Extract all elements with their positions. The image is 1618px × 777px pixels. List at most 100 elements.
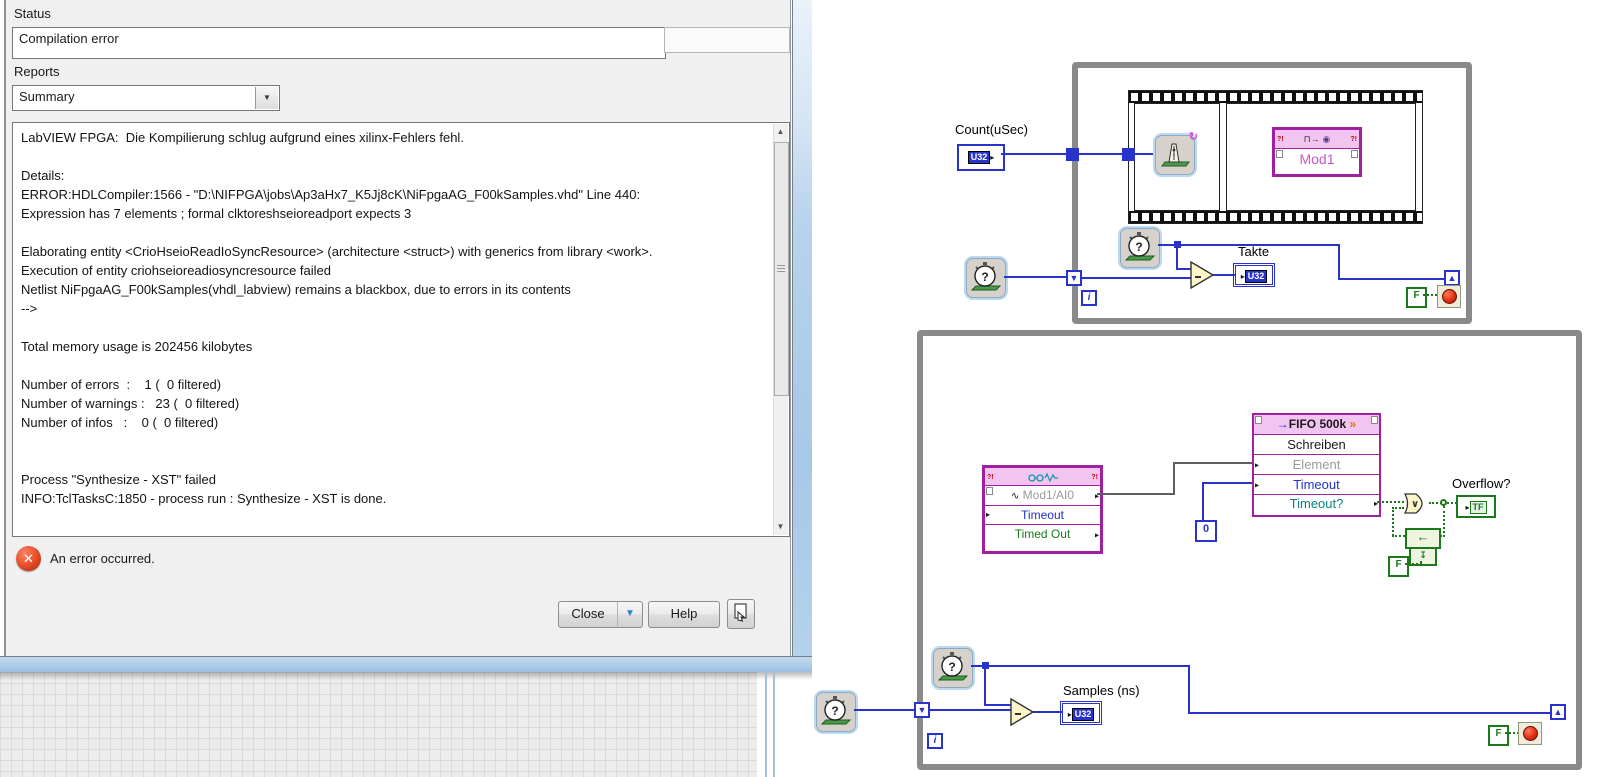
count-control[interactable]: U32 ▸ <box>957 144 1005 171</box>
feedback-to-or-wire[interactable] <box>1392 507 1404 509</box>
long-wire-v[interactable] <box>1188 665 1190 714</box>
false-constant-feedback[interactable]: F <box>1388 556 1409 577</box>
mod1-io-node[interactable]: ?! ⊓→ ◉ ?! Mod1 <box>1272 127 1362 177</box>
svg-text:?: ? <box>1135 240 1142 254</box>
stop-sign-icon <box>1442 289 1457 304</box>
waveform-icon: ∿ <box>1010 491 1020 502</box>
branch2-wire-v[interactable] <box>984 667 986 706</box>
subtract2-out-wire[interactable] <box>1033 711 1063 713</box>
false-wire[interactable] <box>1423 294 1437 296</box>
sequence-tunnel[interactable] <box>1122 148 1135 161</box>
timeout-wire-v[interactable] <box>1202 483 1204 520</box>
scrollbar-thumb[interactable] <box>774 142 789 396</box>
reports-label: Reports <box>14 64 60 79</box>
timer2-wire[interactable] <box>971 665 1190 667</box>
false-wire-2[interactable] <box>1505 732 1519 734</box>
iteration-terminal-2[interactable]: i <box>927 733 943 749</box>
fifo-element-label: Element <box>1292 457 1341 472</box>
tick-count-timer-outside-2[interactable]: ? <box>816 692 856 732</box>
report-textarea[interactable]: LabVIEW FPGA: Die Kompilierung schlug au… <box>12 122 790 537</box>
zero-constant[interactable]: 0 <box>1195 520 1217 542</box>
feedback-out-wire-v[interactable] <box>1392 507 1394 536</box>
scroll-down-button[interactable]: ▼ <box>774 519 787 535</box>
element-wire-v[interactable] <box>1173 462 1175 495</box>
input-arrow-icon: ▸ <box>986 510 991 519</box>
input-arrow-icon: ▸ <box>1255 480 1260 489</box>
feedback-node[interactable]: ← <box>1405 528 1441 549</box>
takte-label[interactable]: Takte <box>1238 244 1269 259</box>
metronome-icon <box>1161 143 1190 167</box>
page-icon <box>1276 150 1283 158</box>
branch-wire[interactable] <box>1176 246 1178 270</box>
tunnel-up-icon: ▲ <box>1553 707 1563 717</box>
shift-register-right-2[interactable]: ▲ <box>1550 704 1566 720</box>
copy-report-button[interactable] <box>727 599 755 629</box>
page-icon <box>1255 416 1262 424</box>
subtract-out-wire[interactable] <box>1213 274 1237 276</box>
tick-count-timer-outside[interactable]: ? <box>966 258 1006 298</box>
timeout-wire-h[interactable] <box>1202 482 1252 484</box>
loop-condition-stop[interactable] <box>1437 285 1461 308</box>
ai-timedout-label: Timed Out <box>1014 527 1071 541</box>
timeoutq-wire[interactable] <box>1377 501 1404 503</box>
fifo-timeoutq-row: Timeout? ▸ <box>1254 495 1379 513</box>
fifo-write-node[interactable]: →FIFO 500k » Schreiben ▸ Element ▸ Timeo… <box>1252 413 1381 517</box>
outside-timer-wire[interactable] <box>1004 276 1068 278</box>
reports-combobox[interactable]: Summary ▼ <box>12 85 280 111</box>
overflow-indicator[interactable]: ▸ TF <box>1456 495 1496 518</box>
status-field[interactable]: Compilation error <box>12 27 666 59</box>
stop-sign-icon <box>1523 726 1538 741</box>
analog-input-node[interactable]: ?! ?! ∿ Mod1/AI0 ▸ ▸ Timeout Timed Out ▸ <box>982 465 1103 554</box>
status-extra-field[interactable] <box>664 27 790 53</box>
feedback-in-wire-v[interactable] <box>1443 506 1445 537</box>
help-button[interactable]: Help <box>648 601 720 628</box>
samples-label[interactable]: Samples (ns) <box>1063 683 1140 698</box>
feedback-init-icon: ↧ <box>1419 550 1427 560</box>
tunnel-down-icon: ▼ <box>917 705 927 715</box>
subtract-node[interactable] <box>1190 260 1215 290</box>
samples-indicator[interactable]: ▸ U32 <box>1060 701 1102 725</box>
loop-tunnel[interactable] <box>1066 148 1079 161</box>
long-wire-h[interactable] <box>1188 712 1554 714</box>
tick-count-timer-2[interactable]: ? <box>933 648 973 688</box>
scroll-up-button[interactable]: ▲ <box>774 124 787 140</box>
takt-wire-h[interactable] <box>1338 278 1452 280</box>
fifo-method-label: Schreiben <box>1287 437 1346 452</box>
takte-indicator[interactable]: ▸ U32 <box>1233 263 1275 287</box>
element-wire[interactable] <box>1097 493 1175 495</box>
count-label[interactable]: Count(uSec) <box>955 122 1028 137</box>
count-wire-2[interactable] <box>1135 153 1155 155</box>
ai-channel-row: ∿ Mod1/AI0 ▸ <box>985 486 1100 506</box>
wait-timer-node[interactable]: ↻ <box>1155 131 1198 175</box>
fifo-out-arrow-icon: » <box>1349 417 1357 431</box>
tick-count-timer[interactable]: ? <box>1120 228 1160 268</box>
report-scrollbar[interactable]: ▲ ▼ <box>773 124 789 535</box>
sr-wire[interactable] <box>1082 277 1192 279</box>
iteration-terminal[interactable]: i <box>1081 290 1097 306</box>
close-button-label: Close <box>571 606 605 621</box>
report-text: LabVIEW FPGA: Die Kompilierung schlug au… <box>21 130 653 506</box>
ai-timedout-row: Timed Out ▸ <box>985 525 1100 544</box>
outside-timer2-wire[interactable] <box>854 709 916 711</box>
shift-register-left-2[interactable]: ▼ <box>914 702 930 718</box>
labview-screen: Status Compilation error Reports Summary… <box>0 0 1618 777</box>
shift-register-right[interactable]: ▲ <box>1444 270 1460 286</box>
sr2-wire[interactable] <box>930 709 1012 711</box>
init-wire-v[interactable] <box>1420 561 1422 565</box>
error-status-icon: ✕ <box>16 546 41 571</box>
false-constant-2[interactable]: F <box>1488 725 1509 746</box>
subtract-node-2[interactable] <box>1010 697 1035 727</box>
loop-condition-stop-2[interactable] <box>1518 722 1542 745</box>
close-button[interactable]: Close ▼ <box>558 601 643 628</box>
branch2-wire-h[interactable] <box>984 704 1012 706</box>
close-menu-button[interactable]: ▼ <box>617 602 642 627</box>
false-constant[interactable]: F <box>1406 287 1427 308</box>
or-gate[interactable]: ∨ <box>1403 492 1430 515</box>
combobox-arrow-button[interactable]: ▼ <box>255 87 278 109</box>
ai-channel-label: Mod1/AI0 <box>1022 488 1075 502</box>
overflow-label[interactable]: Overflow? <box>1452 476 1511 491</box>
control-out-arrow-icon: ▸ <box>990 153 995 162</box>
shift-register-left[interactable]: ▼ <box>1066 270 1082 286</box>
element-wire-h[interactable] <box>1173 462 1252 464</box>
takt-wire-v[interactable] <box>1338 244 1340 280</box>
